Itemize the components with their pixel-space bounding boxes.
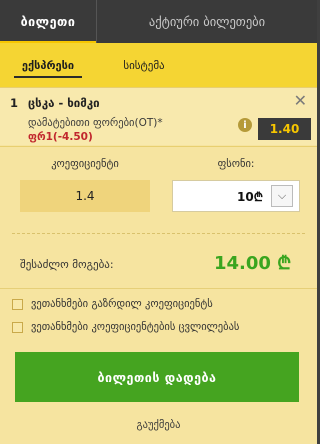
coefficient-label: კოეფიციენტი bbox=[51, 158, 119, 170]
info-icon[interactable]: i bbox=[238, 118, 252, 132]
coefficient-field: 1.4 bbox=[20, 180, 150, 212]
market-name: დამატებითი ფორები(OT)* bbox=[28, 117, 163, 129]
checkbox[interactable] bbox=[12, 298, 23, 310]
accept-odds-change-option[interactable]: ვეთანხმები კოეფიციენტების ცვლილებას bbox=[12, 318, 307, 336]
checkbox[interactable] bbox=[12, 321, 23, 333]
stake-input[interactable]: 10₾ ⌵ bbox=[172, 180, 300, 212]
bet-slip: ბილეთი აქტიური ბილეთები ექსპრესი სისტემა… bbox=[0, 0, 317, 444]
chevron-down-icon[interactable]: ⌵ bbox=[271, 185, 293, 207]
cancel-link[interactable]: გაუქმება bbox=[0, 419, 317, 431]
odd-badge: 1.40 bbox=[258, 118, 311, 140]
tab-express[interactable]: ექსპრესი bbox=[0, 43, 96, 87]
place-bet-button[interactable]: ბილეთის დადება bbox=[15, 352, 299, 402]
option-label: ვეთანხმები კოეფიციენტების ცვლილებას bbox=[31, 321, 240, 333]
close-icon[interactable]: ✕ bbox=[294, 91, 307, 110]
bet-type-tabs: ექსპრესი სისტემა bbox=[0, 43, 317, 87]
event-title: ცსკა - ხიმკი bbox=[28, 96, 100, 110]
tab-system[interactable]: სისტემა bbox=[96, 43, 192, 87]
option-label: ვეთანხმები გაზრდილ კოეფიციენტს bbox=[31, 298, 213, 310]
divider bbox=[12, 233, 305, 234]
divider bbox=[0, 288, 317, 289]
payout-label: შესაძლო მოგება: bbox=[20, 258, 114, 271]
payout-value: 14.00 ₾ bbox=[214, 253, 292, 274]
outcome-name: ფრ1(-4.50) bbox=[28, 131, 93, 143]
main-tabs: ბილეთი აქტიური ბილეთები bbox=[0, 0, 317, 43]
accept-higher-odds-option[interactable]: ვეთანხმები გაზრდილ კოეფიციენტს bbox=[12, 295, 307, 313]
selection-index: 1 bbox=[10, 96, 19, 110]
stake-label: ფსონი: bbox=[217, 158, 255, 170]
tab-ticket[interactable]: ბილეთი bbox=[0, 0, 96, 43]
stake-value: 10₾ bbox=[237, 190, 263, 204]
tab-active-tickets[interactable]: აქტიური ბილეთები bbox=[96, 0, 317, 43]
